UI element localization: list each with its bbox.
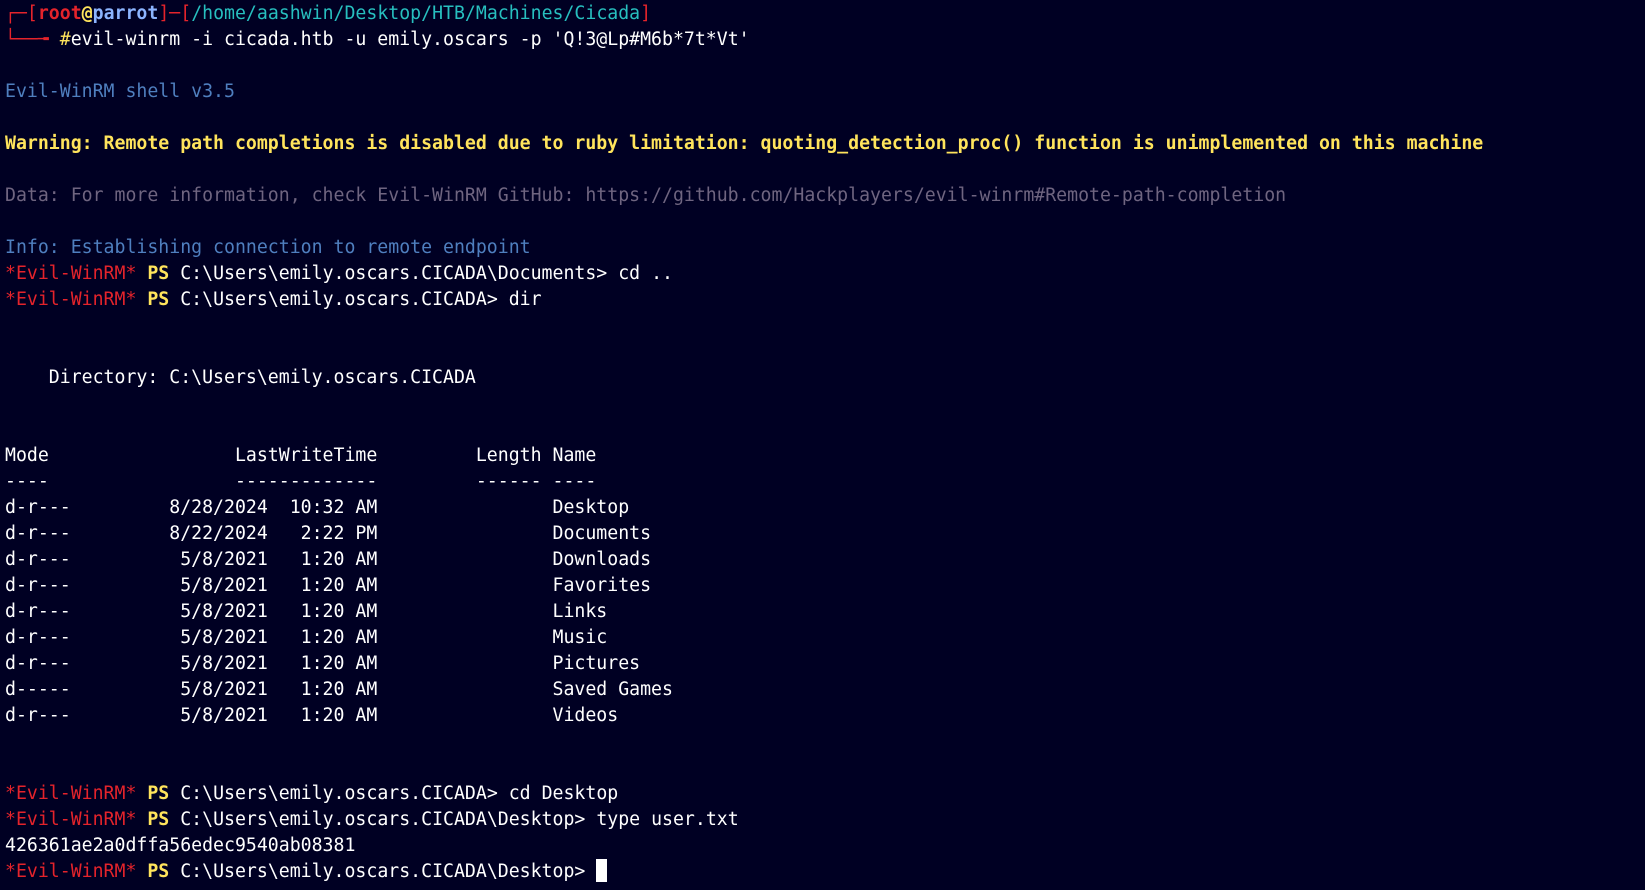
ps-marker: *Evil-WinRM*: [5, 783, 137, 804]
ps-command-line: *Evil-WinRM* PS C:\Users\emily.oscars.CI…: [5, 287, 1645, 313]
listing-row: d-r--- 5/8/2021 1:20 AM Videos: [5, 705, 619, 726]
ps-command-line: *Evil-WinRM* PS C:\Users\emily.oscars.CI…: [5, 781, 1645, 807]
listing-separator: ---- ------------- ------ ----: [5, 471, 597, 492]
prompt-hash: #: [59, 29, 71, 50]
prompt-host: parrot: [92, 3, 159, 24]
ps-marker: *Evil-WinRM*: [5, 809, 137, 830]
directory-heading: Directory: C:\Users\emily.oscars.CICADA: [5, 367, 476, 388]
shell-version: Evil-WinRM shell v3.5: [5, 81, 235, 102]
prompt-line-2: └──╼ #evil-winrm -i cicada.htb -u emily.…: [5, 27, 1645, 53]
warning-message: Warning: Remote path completions is disa…: [5, 133, 1484, 154]
prompt-user: root: [37, 3, 82, 24]
ps-command: cd ..: [618, 263, 673, 284]
prompt-bracket: [: [26, 3, 38, 24]
prompt-corner-top: ┌─: [5, 3, 27, 24]
listing-row: d-r--- 5/8/2021 1:20 AM Pictures: [5, 653, 641, 674]
ps-path: C:\Users\emily.oscars.CICADA>: [180, 289, 498, 310]
info-message: Info: Establishing connection to remote …: [5, 237, 531, 258]
ps-label: PS: [147, 263, 170, 284]
listing-row: d-r--- 5/8/2021 1:20 AM Links: [5, 601, 608, 622]
data-message: Data: For more information, check Evil-W…: [5, 185, 1287, 206]
prompt-bracket: ]: [158, 3, 170, 24]
prompt-bracket: [: [180, 3, 192, 24]
prompt-line-1: ┌─[root@parrot]─[/home/aashwin/Desktop/H…: [5, 1, 1645, 27]
ps-label: PS: [147, 809, 170, 830]
flag-output: 426361ae2a0dffa56edec9540ab08381: [5, 835, 356, 856]
shell-command: evil-winrm -i cicada.htb -u emily.oscars…: [70, 29, 750, 50]
ps-command-line: *Evil-WinRM* PS C:\Users\emily.oscars.CI…: [5, 807, 1645, 833]
terminal-window[interactable]: ┌─[root@parrot]─[/home/aashwin/Desktop/H…: [0, 0, 1645, 890]
ps-command: cd Desktop: [508, 783, 619, 804]
listing-row: d-r--- 5/8/2021 1:20 AM Downloads: [5, 549, 652, 570]
ps-marker: *Evil-WinRM*: [5, 263, 137, 284]
prompt-bracket: ]: [640, 3, 652, 24]
ps-path: C:\Users\emily.oscars.CICADA>: [180, 783, 498, 804]
prompt-corner-bottom: └──╼: [5, 29, 60, 50]
listing-row: d-r--- 5/8/2021 1:20 AM Favorites: [5, 575, 652, 596]
ps-label: PS: [147, 783, 170, 804]
prompt-path: /home/aashwin/Desktop/HTB/Machines/Cicad…: [191, 3, 641, 24]
ps-marker: *Evil-WinRM*: [5, 861, 137, 882]
prompt-at: @: [81, 3, 93, 24]
listing-row: d----- 5/8/2021 1:20 AM Saved Games: [5, 679, 673, 700]
ps-path: C:\Users\emily.oscars.CICADA\Desktop>: [180, 861, 586, 882]
terminal-cursor[interactable]: [596, 859, 608, 882]
prompt-dash: ─: [169, 3, 181, 24]
ps-marker: *Evil-WinRM*: [5, 289, 137, 310]
listing-row: d-r--- 8/22/2024 2:22 PM Documents: [5, 523, 652, 544]
ps-command: dir: [508, 289, 542, 310]
listing-header: Mode LastWriteTime Length Name: [5, 445, 597, 466]
listing-row: d-r--- 8/28/2024 10:32 AM Desktop: [5, 497, 630, 518]
ps-path: C:\Users\emily.oscars.CICADA\Desktop>: [180, 809, 586, 830]
listing-row: d-r--- 5/8/2021 1:20 AM Music: [5, 627, 608, 648]
ps-label: PS: [147, 861, 170, 882]
ps-input-line[interactable]: *Evil-WinRM* PS C:\Users\emily.oscars.CI…: [5, 859, 1645, 885]
ps-command: type user.txt: [596, 809, 739, 830]
ps-path: C:\Users\emily.oscars.CICADA\Documents>: [180, 263, 608, 284]
ps-label: PS: [147, 289, 170, 310]
ps-command-line: *Evil-WinRM* PS C:\Users\emily.oscars.CI…: [5, 261, 1645, 287]
